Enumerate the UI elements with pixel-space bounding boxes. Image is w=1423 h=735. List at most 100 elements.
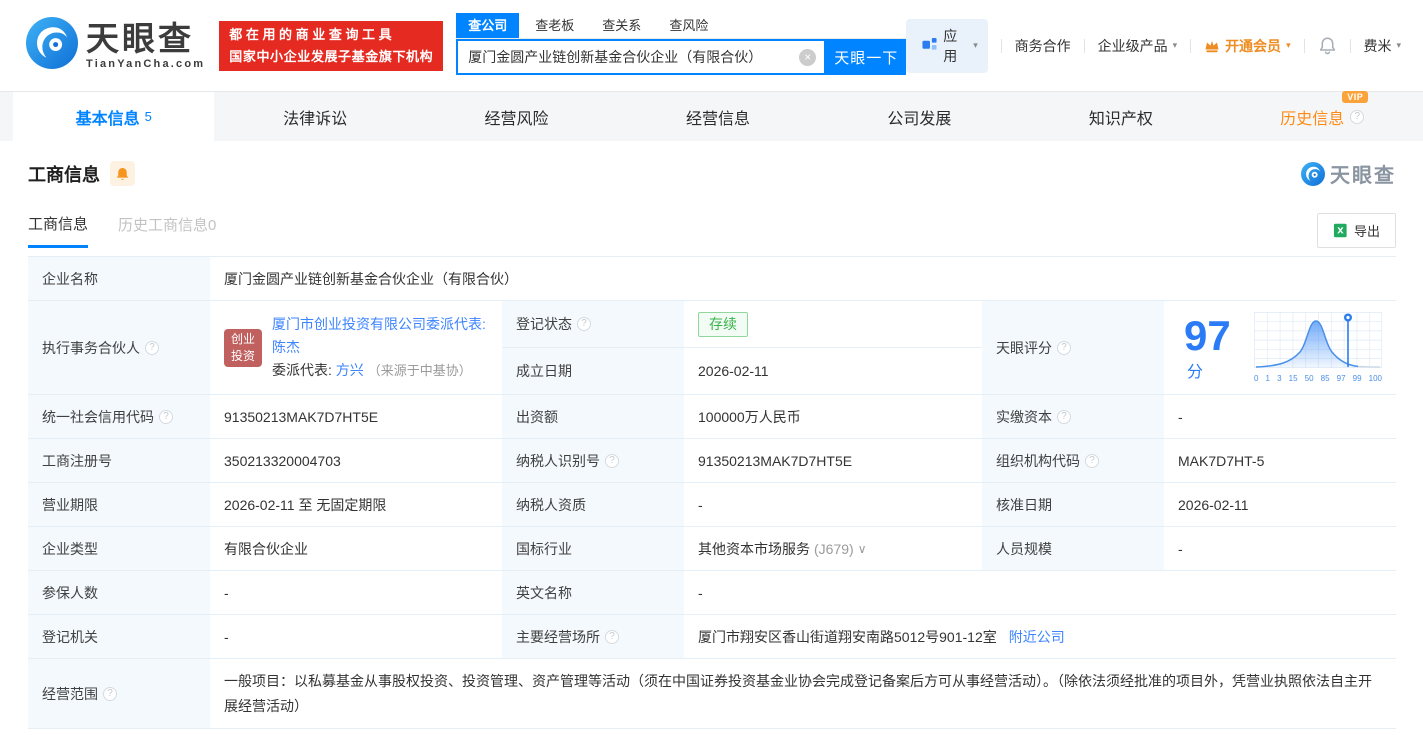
field-value-staff-size: -: [1164, 527, 1396, 571]
partner-company-link[interactable]: 厦门市创业投资有限公司委派代表:: [272, 316, 486, 332]
tab-basic-info-count: 5: [144, 109, 152, 124]
apps-label: 应用: [943, 27, 958, 64]
field-label-reg-authority: 登记机关: [28, 615, 210, 659]
chevron-down-icon: ▾: [973, 40, 978, 50]
promo-banner: 都在用的商业查询工具 国家中小企业发展子基金旗下机构: [219, 20, 444, 71]
search-button[interactable]: 天眼一下: [826, 39, 907, 75]
help-icon[interactable]: ?: [159, 409, 173, 424]
export-label: 导出: [1353, 223, 1380, 239]
user-name: 费米: [1363, 37, 1392, 54]
tab-operation-risk[interactable]: 经营风险: [416, 92, 617, 141]
tab-basic-info[interactable]: 基本信息 5: [13, 92, 215, 141]
vip-upgrade-label: 开通会员: [1225, 37, 1282, 54]
field-label-taxpayer-quality: 纳税人资质: [502, 483, 684, 527]
industry-code: (J679): [814, 540, 854, 557]
field-value-reg-status: 存续: [684, 301, 982, 348]
subtab-history-business-info[interactable]: 历史工商信息0: [118, 214, 216, 246]
partner-person-link[interactable]: 陈杰: [272, 339, 300, 355]
field-label-industry: 国标行业: [502, 527, 684, 571]
field-label-paid-capital: 实缴资本 ?: [982, 395, 1164, 439]
help-icon[interactable]: ?: [1085, 453, 1099, 468]
field-label-insured-count: 参保人数: [28, 571, 210, 615]
field-label-credit-code: 统一社会信用代码 ?: [28, 395, 210, 439]
tianyancha-logo[interactable]: 天眼查 TianYanCha.com: [26, 17, 205, 74]
help-icon[interactable]: ?: [1057, 409, 1071, 424]
search-tab-boss[interactable]: 查老板: [535, 13, 574, 38]
field-value-industry[interactable]: 其他资本市场服务 (J679) ∨: [684, 527, 982, 571]
field-value-approval-date: 2026-02-11: [1164, 483, 1396, 527]
score-chart-axis: 0 1 3 15 50 85 97 99 100: [1254, 374, 1382, 383]
enterprise-products-menu[interactable]: 企业级产品 ▾: [1098, 36, 1178, 56]
business-info-table: 企业名称 厦门金圆产业链创新基金合伙企业（有限合伙） 执行事务合伙人 ? 创业 …: [28, 256, 1396, 729]
help-icon[interactable]: ?: [577, 317, 591, 331]
field-value-business-scope: 一般项目：以私募基金从事股权投资、投资管理、资产管理等活动（须在中国证券投资基金…: [210, 659, 1396, 729]
help-icon[interactable]: ?: [605, 629, 619, 644]
field-label-org-code: 组织机构代码 ?: [982, 439, 1164, 483]
nav-divider: [1303, 38, 1305, 53]
rep-person-link[interactable]: 方兴: [336, 362, 364, 378]
tianyancha-watermark: 天眼查: [1296, 159, 1396, 188]
tab-company-development[interactable]: 公司发展: [819, 92, 1020, 141]
company-nav-tabs: 基本信息 5 法律诉讼 经营风险 经营信息 公司发展 知识产权 历史信息 VIP…: [0, 90, 1423, 141]
chevron-down-icon: ▾: [1396, 40, 1401, 50]
enterprise-products-label: 企业级产品: [1097, 37, 1168, 54]
help-icon[interactable]: ?: [103, 686, 117, 701]
venture-capital-badge: 创业 投资: [224, 328, 262, 367]
vip-badge: VIP: [1342, 90, 1369, 103]
subtab-business-info[interactable]: 工商信息: [28, 213, 89, 248]
tianyancha-watermark-icon: [1301, 161, 1325, 186]
search-input[interactable]: [458, 41, 825, 73]
nav-divider: [1349, 38, 1351, 53]
field-value-org-code: MAK7D7HT-5: [1164, 439, 1396, 483]
tab-legal-litigation[interactable]: 法律诉讼: [214, 92, 415, 141]
user-menu[interactable]: 费米 ▾: [1363, 36, 1401, 56]
main-content: 工商信息 天眼查 工商信息 历史工商信息0 导出 企业名称 厦门金圆产业链创新基…: [0, 159, 1423, 729]
nav-divider: [1190, 38, 1192, 53]
field-label-tianyan-score: 天眼评分 ?: [982, 301, 1164, 395]
tab-label: 经营信息: [685, 110, 750, 128]
biz-cooperation-link[interactable]: 商务合作: [1015, 36, 1071, 56]
monitor-bell-icon[interactable]: [110, 161, 135, 186]
promo-line-1: 都在用的商业查询工具: [229, 26, 396, 42]
help-icon[interactable]: ?: [145, 340, 159, 355]
tab-operation-info[interactable]: 经营信息: [617, 92, 818, 141]
nearby-companies-link[interactable]: 附近公司: [1009, 627, 1065, 647]
score-number: 97: [1184, 311, 1231, 359]
crown-icon: [1204, 38, 1220, 54]
help-icon[interactable]: ?: [1057, 340, 1071, 355]
field-label-business-location: 主要经营场所 ?: [502, 615, 684, 659]
search-tab-relations[interactable]: 查关系: [602, 13, 641, 38]
notification-bell-icon[interactable]: [1318, 36, 1337, 55]
field-label-reg-number: 工商注册号: [28, 439, 210, 483]
score-distribution-chart: 0 1 3 15 50 85 97 99 100: [1254, 312, 1382, 383]
field-label-business-scope: 经营范围 ?: [28, 659, 210, 729]
apps-menu[interactable]: 应用 ▾: [906, 18, 988, 73]
search-input-box: ×: [456, 39, 827, 75]
field-label-reg-status: 登记状态 ?: [502, 301, 684, 348]
field-value-company-name: 厦门金圆产业链创新基金合伙企业（有限合伙）: [210, 257, 1396, 301]
field-value-capital: 100000万人民币: [684, 395, 982, 439]
help-icon[interactable]: ?: [1350, 109, 1365, 124]
tab-history-info[interactable]: 历史信息 VIP ?: [1222, 90, 1423, 141]
search-tabs: 查公司 查老板 查关系 查风险: [456, 13, 907, 39]
tab-label: 知识产权: [1088, 110, 1153, 128]
field-label-business-term: 营业期限: [28, 483, 210, 527]
rep-source-note: （来源于中基协）: [367, 363, 472, 378]
search-tab-risk[interactable]: 查风险: [669, 13, 708, 38]
promo-line-2: 国家中小企业发展子基金旗下机构: [229, 48, 434, 64]
brand-domain: TianYanCha.com: [86, 57, 206, 70]
expand-chevron-icon[interactable]: ∨: [858, 542, 867, 556]
search-tab-company[interactable]: 查公司: [456, 13, 520, 38]
help-icon[interactable]: ?: [605, 453, 619, 468]
field-value-business-term: 2026-02-11 至 无固定期限: [210, 483, 502, 527]
tab-label: 法律诉讼: [283, 110, 348, 128]
tab-intellectual-property[interactable]: 知识产权: [1020, 92, 1221, 141]
field-value-taxpayer-quality: -: [684, 483, 982, 527]
tab-label: 历史信息: [1280, 110, 1345, 128]
tab-label: 公司发展: [887, 110, 952, 128]
vip-upgrade-menu[interactable]: 开通会员 ▾: [1204, 36, 1291, 56]
section-title: 工商信息: [28, 164, 100, 185]
top-nav: 应用 ▾ 商务合作 企业级产品 ▾ 开通会员 ▾ 费米 ▾: [906, 18, 1401, 73]
export-button[interactable]: 导出: [1316, 212, 1396, 248]
tab-basic-info-label: 基本信息: [75, 110, 140, 128]
